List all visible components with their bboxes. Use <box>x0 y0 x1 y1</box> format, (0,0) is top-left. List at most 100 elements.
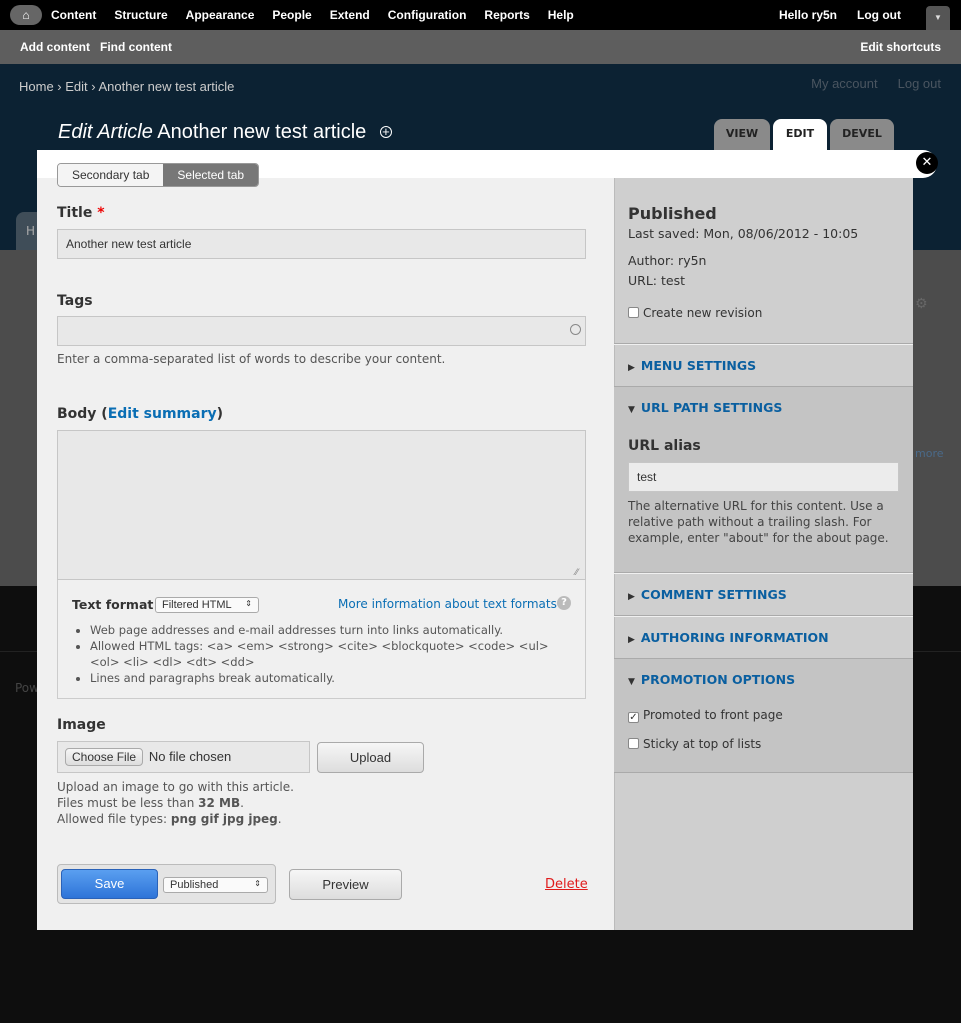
autocomplete-icon <box>570 324 581 335</box>
image-label: Image <box>57 717 106 733</box>
tags-input[interactable] <box>57 316 586 346</box>
section-promotion-options[interactable]: ▼ PROMOTION OPTIONS <box>614 659 913 689</box>
breadcrumb-current[interactable]: Another new test article <box>99 79 235 94</box>
user-greeting: Hello ry5n <box>779 8 837 22</box>
menu-extend[interactable]: Extend <box>330 8 370 22</box>
format-tip: Lines and paragraphs break automatically… <box>90 670 570 686</box>
file-input[interactable]: Choose File No file chosen <box>57 741 310 773</box>
tab-secondary[interactable]: Secondary tab <box>58 164 164 186</box>
home-icon[interactable]: ⌂ <box>10 5 42 25</box>
my-account-link[interactable]: My account <box>811 76 877 91</box>
section-title: PROMOTION OPTIONS <box>640 672 796 687</box>
section-authoring-information[interactable]: ▶ AUTHORING INFORMATION <box>614 616 913 659</box>
url-alias-label: URL alias <box>628 438 701 454</box>
title-input[interactable]: Another new test article <box>57 229 586 259</box>
section-title: URL PATH SETTINGS <box>640 400 783 415</box>
save-button[interactable]: Save <box>61 869 158 899</box>
close-modal-button[interactable]: ✕ <box>916 152 938 174</box>
allowed-types: png gif jpg jpeg <box>170 812 278 826</box>
secondary-menu: My account Log out <box>811 76 941 91</box>
shortcut-find-content[interactable]: Find content <box>100 40 172 54</box>
edit-summary-link[interactable]: Edit summary <box>108 406 217 422</box>
new-revision-checkbox[interactable]: Create new revision <box>628 306 762 320</box>
modal-tabs: Secondary tab Selected tab <box>57 163 260 187</box>
publish-status-value: Published <box>170 879 219 891</box>
image-desc-line: Allowed file types: png gif jpg jpeg. <box>57 811 294 827</box>
page-title-type: Edit Article <box>58 121 153 143</box>
tab-edit[interactable]: EDIT <box>773 119 827 151</box>
breadcrumb: Home › Edit › Another new test article <box>19 79 235 94</box>
checkbox-icon[interactable] <box>628 307 639 318</box>
section-comment-settings[interactable]: ▶ COMMENT SETTINGS <box>614 573 913 616</box>
tags-description: Enter a comma-separated list of words to… <box>57 352 446 366</box>
secondary-logout-link[interactable]: Log out <box>898 76 941 91</box>
promoted-checkbox[interactable]: ✓ Promoted to front page <box>628 708 783 723</box>
add-shortcut-icon[interactable]: + <box>379 125 392 138</box>
section-menu-settings[interactable]: ▶ MENU SETTINGS <box>614 344 913 387</box>
period: . <box>277 812 282 826</box>
choose-file-button[interactable]: Choose File <box>65 748 144 766</box>
format-tip: Web page addresses and e-mail addresses … <box>90 622 570 638</box>
section-url-path-settings[interactable]: ▼ URL PATH SETTINGS <box>614 387 913 417</box>
help-icon[interactable]: ? <box>557 596 571 610</box>
tab-selected[interactable]: Selected tab <box>163 164 259 186</box>
collapsed-arrow-icon: ▶ <box>628 635 635 645</box>
edit-shortcuts-link[interactable]: Edit shortcuts <box>860 40 941 54</box>
title-label-text: Title <box>57 205 93 221</box>
menu-content[interactable]: Content <box>51 8 96 22</box>
collapsed-arrow-icon: ▶ <box>628 363 635 373</box>
title-label: Title * <box>57 205 105 221</box>
types-text: Allowed file types: <box>57 812 171 826</box>
logout-link[interactable]: Log out <box>857 8 901 22</box>
expanded-arrow-icon: ▼ <box>628 677 635 687</box>
menu-configuration[interactable]: Configuration <box>388 8 467 22</box>
greeting-text: Hello <box>778 8 809 22</box>
user-link[interactable]: ry5n <box>812 8 837 22</box>
upload-button[interactable]: Upload <box>317 742 424 773</box>
menu-help[interactable]: Help <box>548 8 574 22</box>
toggle-shortcuts-button[interactable]: ▼ <box>926 6 950 30</box>
text-format-select[interactable]: Filtered HTML ⇕ <box>155 597 259 613</box>
author-info: Author: ry5n <box>628 253 707 268</box>
image-desc-line: Files must be less than 32 MB. <box>57 795 294 811</box>
publish-status-heading: Published <box>628 204 717 223</box>
menu-appearance[interactable]: Appearance <box>186 8 255 22</box>
expanded-arrow-icon: ▼ <box>628 405 635 415</box>
format-tip: Allowed HTML tags: <a> <em> <strong> <ci… <box>90 638 570 670</box>
menu-structure[interactable]: Structure <box>114 8 167 22</box>
menu-people[interactable]: People <box>272 8 311 22</box>
text-format-wrapper: Text format Filtered HTML ⇕ More informat… <box>57 580 586 699</box>
tab-devel[interactable]: DEVEL <box>830 119 894 151</box>
background-more-link: more <box>915 447 944 460</box>
section-title: MENU SETTINGS <box>640 358 757 373</box>
sticky-label: Sticky at top of lists <box>643 737 762 751</box>
url-info: URL: test <box>628 273 685 288</box>
more-info-formats-link[interactable]: More information about text formats <box>338 597 557 611</box>
resize-handle-icon[interactable]: ⁄⁄ <box>575 568 578 578</box>
url-alias-description: The alternative URL for this content. Us… <box>628 499 889 545</box>
shortcuts-bar: Add content Find content Edit shortcuts <box>0 30 961 64</box>
text-format-value: Filtered HTML <box>162 599 232 611</box>
menu-reports[interactable]: Reports <box>484 8 529 22</box>
period: . <box>240 796 244 810</box>
image-desc-line: Upload an image to go with this article. <box>57 780 294 794</box>
tab-view[interactable]: VIEW <box>714 119 770 151</box>
collapsed-arrow-icon: ▶ <box>628 592 635 602</box>
url-alias-input[interactable]: test <box>628 462 899 492</box>
checkbox-icon[interactable] <box>628 738 639 749</box>
new-revision-label: Create new revision <box>643 306 763 320</box>
preview-button[interactable]: Preview <box>289 869 402 900</box>
breadcrumb-edit[interactable]: Edit <box>65 79 87 94</box>
shortcut-add-content[interactable]: Add content <box>20 40 90 54</box>
checkbox-checked-icon[interactable]: ✓ <box>628 712 639 723</box>
breadcrumb-home[interactable]: Home <box>19 79 54 94</box>
sticky-checkbox[interactable]: Sticky at top of lists <box>628 737 761 751</box>
admin-toolbar: ⌂ Content Structure Appearance People Ex… <box>0 0 961 30</box>
background-tab-label: H <box>26 224 36 238</box>
promoted-label: Promoted to front page <box>643 708 783 722</box>
max-size: 32 MB <box>198 796 241 810</box>
publish-status-select[interactable]: Published ⇕ <box>163 877 268 893</box>
body-textarea[interactable] <box>57 430 586 580</box>
delete-link[interactable]: Delete <box>545 877 588 892</box>
select-arrows-icon: ⇕ <box>254 879 261 888</box>
